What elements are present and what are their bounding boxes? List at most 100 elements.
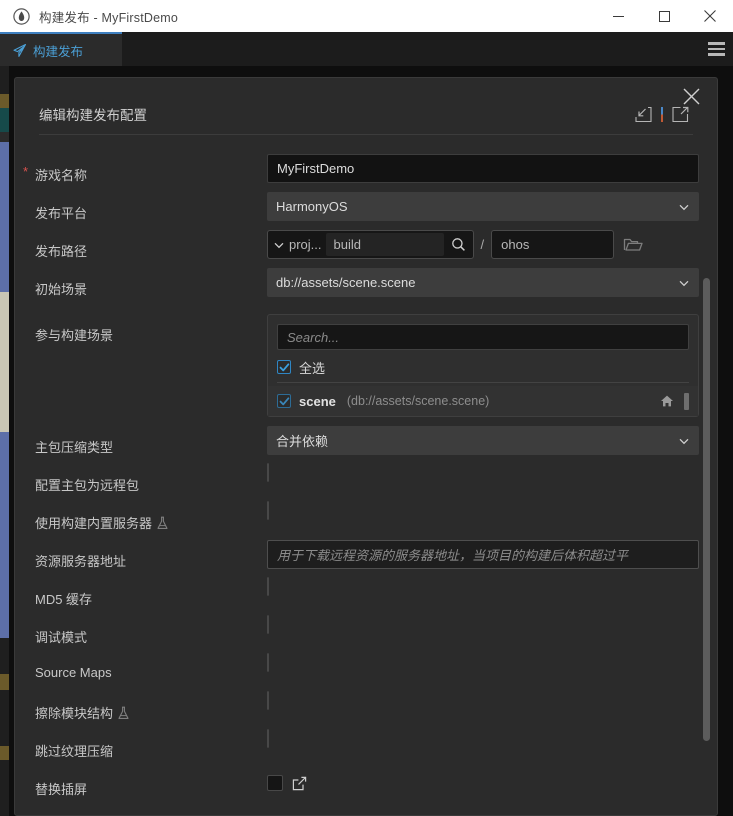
label-text: 发布平台 (35, 206, 88, 221)
platform-select[interactable]: HarmonyOS (267, 192, 699, 221)
field-row-resource-server-url: 资源服务器地址 用于下载远程资源的服务器地址，当项目的构建后体积超过平 (15, 540, 717, 578)
import-config-icon[interactable] (635, 106, 652, 123)
export-config-icon[interactable] (672, 106, 689, 123)
tab-build-publish[interactable]: 构建发布 (0, 32, 122, 66)
field-erase-module-structure (267, 691, 699, 710)
label-skip-texture-compress: 跳过纹理压缩 (35, 730, 267, 760)
field-row-replace-splash: 替换插屏 (15, 768, 717, 806)
select-all-row[interactable]: 全选 (277, 354, 689, 380)
label-text: 资源服务器地址 (35, 554, 127, 569)
field-bundle-compression: 合并依赖 (267, 426, 699, 455)
field-row-main-bundle-remote: 配置主包为远程包 (15, 463, 717, 502)
folder-open-icon[interactable] (623, 236, 643, 254)
label-text: 初始场景 (35, 282, 88, 297)
build-path-segment[interactable]: build (325, 233, 444, 256)
erase-module-structure-checkbox[interactable] (267, 691, 269, 710)
config-form: * 游戏名称 MyFirstDemo 发布平台 HarmonyOS 发布路径 p… (15, 136, 717, 815)
field-skip-texture-compress (267, 729, 699, 748)
label-text: 跳过纹理压缩 (35, 744, 114, 759)
source-maps-checkbox[interactable] (267, 653, 269, 672)
dialog-header-actions (635, 106, 689, 123)
main-bundle-remote-checkbox[interactable] (267, 463, 269, 482)
label-text: Source Maps (35, 665, 112, 680)
field-row-source-maps: Source Maps (15, 653, 717, 692)
label-build-path: 发布路径 (35, 230, 267, 260)
field-row-game-name: * 游戏名称 MyFirstDemo (15, 154, 717, 192)
background-panel-strip (0, 66, 9, 816)
label-replace-splash: 替换插屏 (35, 768, 267, 798)
field-row-bundle-compression: 主包压缩类型 合并依赖 (15, 426, 717, 464)
chevron-down-icon (678, 277, 690, 289)
path-separator: / (480, 237, 485, 252)
field-row-skip-texture-compress: 跳过纹理压缩 (15, 729, 717, 768)
label-text: 配置主包为远程包 (35, 478, 140, 493)
debug-mode-checkbox[interactable] (267, 615, 269, 634)
beaker-icon (156, 516, 169, 530)
field-builtin-server (267, 501, 699, 520)
replace-splash-checkbox[interactable] (267, 775, 283, 791)
scene-list-box: Search... 全选 scene (db://assets/scene.sc… (267, 314, 699, 417)
start-scene-value: db://assets/scene.scene (276, 275, 416, 290)
label-start-scene: 初始场景 (35, 268, 267, 298)
builtin-server-checkbox[interactable] (267, 501, 269, 520)
scene-item-name: scene (299, 393, 336, 409)
scene-search-input[interactable]: Search... (277, 324, 689, 350)
window-title-bar: 构建发布 - MyFirstDemo (0, 0, 733, 32)
home-icon[interactable] (660, 394, 674, 408)
dialog-header: 编辑构建发布配置 (15, 78, 717, 136)
label-debug-mode: 调试模式 (35, 616, 267, 646)
header-divider (661, 107, 663, 122)
hamburger-menu-icon[interactable] (699, 32, 733, 66)
skip-texture-compress-checkbox[interactable] (267, 729, 269, 748)
label-text: 使用构建内置服务器 (35, 516, 153, 531)
close-icon[interactable] (687, 0, 733, 32)
field-row-start-scene: 初始场景 db://assets/scene.scene (15, 268, 717, 306)
tab-label: 构建发布 (33, 44, 84, 59)
field-source-maps (267, 653, 699, 672)
cocos-droplet-icon (13, 7, 30, 25)
select-all-checkbox[interactable] (277, 360, 291, 374)
edit-square-icon[interactable] (292, 776, 307, 791)
label-erase-module-structure: 擦除模块结构 (35, 692, 267, 722)
label-text: 参与构建场景 (35, 328, 114, 343)
md5-cache-checkbox[interactable] (267, 577, 269, 596)
label-text: 游戏名称 (35, 168, 88, 183)
label-bundle-compression: 主包压缩类型 (35, 426, 267, 456)
resource-server-url-placeholder: 用于下载远程资源的服务器地址，当项目的构建后体积超过平 (277, 548, 629, 563)
tab-strip: 构建发布 (0, 32, 733, 66)
field-main-bundle-remote (267, 463, 699, 482)
label-main-bundle-remote: 配置主包为远程包 (35, 464, 267, 494)
scene-item-path: (db://assets/scene.scene) (346, 394, 490, 408)
label-md5-cache: MD5 缓存 (35, 578, 267, 608)
label-text: 擦除模块结构 (35, 706, 114, 721)
field-start-scene: db://assets/scene.scene (267, 268, 699, 297)
label-text: 发布路径 (35, 244, 88, 259)
resource-server-url-input[interactable]: 用于下载远程资源的服务器地址，当项目的构建后体积超过平 (267, 540, 699, 569)
label-included-scenes: 参与构建场景 (35, 314, 267, 344)
chevron-down-icon[interactable] (273, 239, 285, 251)
build-path-tail-input[interactable]: ohos (491, 230, 615, 259)
scene-list-item[interactable]: scene (db://assets/scene.scene) (268, 386, 698, 416)
platform-value: HarmonyOS (276, 199, 348, 214)
label-source-maps: Source Maps (35, 654, 267, 680)
magnifier-icon[interactable] (448, 237, 470, 252)
paper-plane-icon (12, 43, 27, 58)
chevron-down-icon (678, 435, 690, 447)
scene-item-checkbox[interactable] (277, 394, 291, 408)
bundle-compression-value: 合并依赖 (276, 434, 329, 449)
window-title-text: 构建发布 - MyFirstDemo (39, 10, 179, 25)
drag-handle-icon[interactable] (684, 392, 689, 410)
build-path-picker[interactable]: proj... build (267, 230, 474, 259)
dialog-body: * 游戏名称 MyFirstDemo 发布平台 HarmonyOS 发布路径 p… (15, 136, 717, 815)
bundle-compression-select[interactable]: 合并依赖 (267, 426, 699, 455)
minimize-icon[interactable] (595, 0, 641, 32)
scene-item-tools (660, 392, 689, 410)
game-name-input[interactable]: MyFirstDemo (267, 154, 699, 183)
label-text: 调试模式 (35, 630, 88, 645)
field-included-scenes: Search... 全选 scene (db://assets/scene.sc… (267, 314, 699, 417)
label-game-name: * 游戏名称 (23, 154, 267, 184)
start-scene-select[interactable]: db://assets/scene.scene (267, 268, 699, 297)
maximize-icon[interactable] (641, 0, 687, 32)
vertical-scrollbar[interactable] (703, 278, 710, 741)
label-text: 主包压缩类型 (35, 440, 114, 455)
